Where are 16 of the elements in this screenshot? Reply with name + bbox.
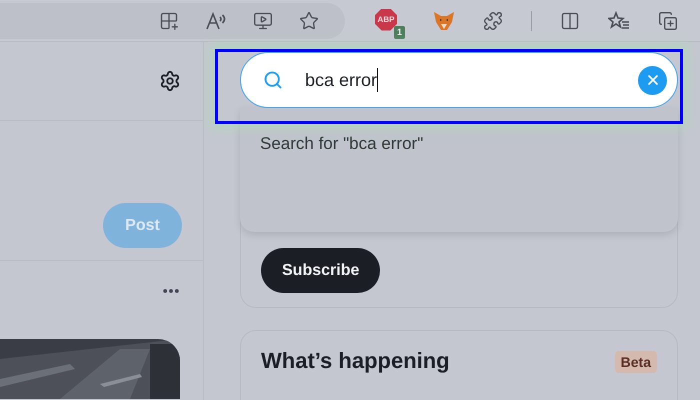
search-field[interactable]: bca error [240,52,678,108]
clear-button[interactable] [638,66,667,94]
add-app-icon[interactable] [159,10,179,30]
favorites-list-icon[interactable] [608,10,630,30]
split-screen-icon[interactable] [560,10,580,30]
extensions-icon[interactable] [483,10,503,30]
search-icon [263,70,283,90]
settings-icon[interactable] [159,70,181,92]
search-suggestion[interactable]: Search for "bca error" [260,134,658,154]
collections-icon[interactable] [658,10,678,30]
section-title: What’s happening [261,348,450,374]
subscribe-button[interactable]: Subscribe [261,248,380,293]
video-icon[interactable] [253,10,273,30]
read-aloud-icon[interactable] [205,10,227,30]
beta-badge: Beta [614,351,657,373]
favorite-star-icon[interactable] [299,10,319,30]
